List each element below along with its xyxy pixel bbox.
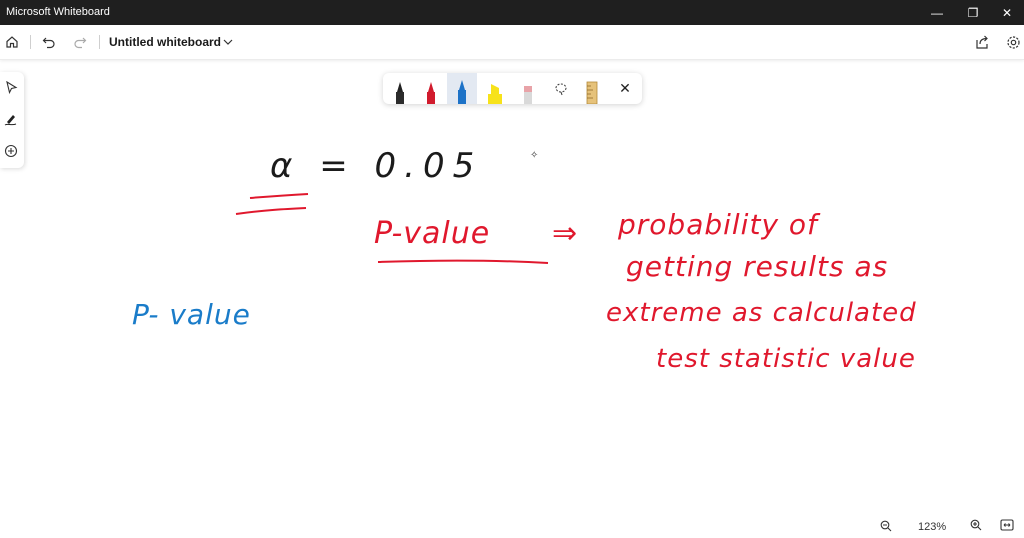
ink-pvalue-red: P-value — [374, 216, 491, 251]
cursor-icon: ✧ — [530, 150, 539, 161]
app-title: Microsoft Whiteboard — [6, 6, 110, 18]
whiteboard-canvas[interactable]: α = 0.05 ✧ P-value ⇒ probability of gett… — [0, 60, 1024, 510]
ink-line-4: test statistic value — [656, 344, 916, 374]
ink-line-1: probability of — [618, 208, 818, 241]
close-icon: ✕ — [1001, 5, 1013, 20]
settings-button[interactable] — [1001, 30, 1024, 54]
undo-icon — [42, 37, 55, 49]
share-button[interactable] — [970, 30, 994, 54]
maximize-icon: ❐ — [967, 5, 979, 20]
undo-button[interactable] — [37, 30, 61, 54]
close-window-button[interactable]: ✕ — [990, 0, 1024, 25]
minimize-button[interactable]: — — [920, 0, 954, 25]
divider — [30, 35, 31, 49]
ink-line-2: getting results as — [626, 250, 889, 283]
title-dropdown-button[interactable] — [216, 30, 240, 54]
zoom-level: 123% — [918, 521, 947, 533]
settings-icon — [1006, 35, 1020, 49]
maximize-button[interactable]: ❐ — [956, 0, 990, 25]
title-bar: Microsoft Whiteboard — ❐ ✕ — [0, 0, 1024, 25]
fit-screen-icon — [1000, 519, 1014, 531]
zoom-in-button[interactable] — [970, 518, 982, 536]
share-icon — [975, 35, 988, 49]
chevron-down-icon — [223, 39, 233, 45]
ink-line-3: extreme as calculated — [606, 298, 917, 328]
ink-arrow: ⇒ — [552, 216, 579, 251]
ink-underline-black — [235, 193, 309, 215]
zoom-in-icon — [970, 519, 982, 531]
minimize-icon: — — [931, 5, 943, 20]
zoom-out-icon — [880, 520, 892, 531]
divider — [99, 35, 100, 49]
ink-alpha: α = 0.05 — [270, 146, 483, 186]
ink-underline-red — [377, 259, 549, 264]
whiteboard-title[interactable]: Untitled whiteboard — [109, 35, 221, 49]
zoom-bar: 123% — [872, 516, 1024, 538]
fit-to-screen-button[interactable] — [1000, 518, 1014, 536]
app-bar: Untitled whiteboard — [0, 25, 1024, 60]
redo-icon — [74, 37, 87, 49]
redo-button[interactable] — [68, 30, 92, 54]
home-button[interactable] — [0, 30, 24, 54]
ink-pvalue-blue: P- value — [132, 298, 251, 331]
zoom-out-button[interactable] — [880, 520, 892, 535]
home-icon — [6, 36, 18, 48]
